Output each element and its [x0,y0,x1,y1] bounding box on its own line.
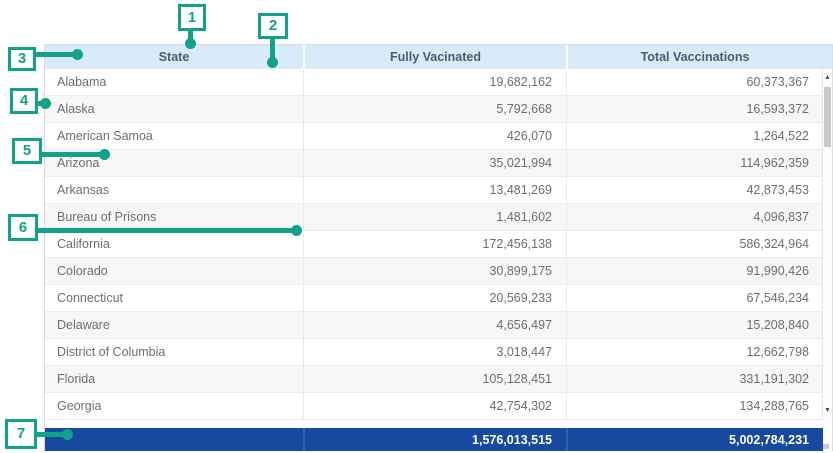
fully-vacinated-cell: 172,456,138 [303,231,566,257]
callout-3-dot [72,49,83,60]
state-cell: Bureau of Prisons [45,204,303,230]
table-row[interactable]: Bureau of Prisons1,481,6024,096,837 [45,204,823,231]
total-vaccinations-cell: 60,373,367 [566,69,823,95]
table-row[interactable]: Alaska5,792,66816,593,372 [45,96,823,123]
screenshot-root: State Fully Vacinated Total Vaccinations… [0,0,833,453]
totals-total-vaccinations: 5,002,784,231 [566,428,823,451]
table-row[interactable]: Arizona35,021,994114,962,359 [45,150,823,177]
table-row[interactable]: Alabama19,682,16260,373,367 [45,69,823,96]
fully-vacinated-cell: 35,021,994 [303,150,566,176]
fully-vacinated-cell: 13,481,269 [303,177,566,203]
callout-1-label: 1 [178,4,206,31]
vertical-scrollbar[interactable]: ▲ ▼ [822,69,832,420]
total-vaccinations-cell: 67,546,234 [566,285,823,311]
table-row[interactable]: Arkansas13,481,26942,873,453 [45,177,823,204]
table-row[interactable]: Colorado30,899,17591,990,426 [45,258,823,285]
total-vaccinations-cell: 16,593,372 [566,96,823,122]
vaccination-table: State Fully Vacinated Total Vaccinations… [44,44,833,451]
table-row[interactable]: American Samoa426,0701,264,522 [45,123,823,150]
callout-7-line [35,432,65,437]
callout-3-label: 3 [8,47,36,71]
callout-7-dot [62,429,73,440]
column-header-state[interactable]: State [45,45,303,69]
callout-2-label: 2 [258,13,288,39]
table-gap [45,420,832,428]
fully-vacinated-cell: 30,899,175 [303,258,566,284]
fully-vacinated-cell: 42,754,302 [303,393,566,419]
table-row[interactable]: Florida105,128,451331,191,302 [45,366,823,393]
totals-state-cell [45,428,303,451]
total-vaccinations-cell: 15,208,840 [566,312,823,338]
total-vaccinations-cell: 42,873,453 [566,177,823,203]
state-cell: District of Columbia [45,339,303,365]
totals-fully-vacinated: 1,576,013,515 [303,428,566,451]
total-vaccinations-cell: 91,990,426 [566,258,823,284]
column-header-fully-vacinated[interactable]: Fully Vacinated [303,45,566,69]
fully-vacinated-cell: 1,481,602 [303,204,566,230]
total-vaccinations-cell: 1,264,522 [566,123,823,149]
state-cell: Georgia [45,393,303,419]
fully-vacinated-cell: 105,128,451 [303,366,566,392]
state-cell: Arkansas [45,177,303,203]
table-row[interactable]: Connecticut20,569,23367,546,234 [45,285,823,312]
scroll-up-icon[interactable]: ▲ [823,71,832,85]
callout-7-label: 7 [5,419,37,449]
state-cell: Alaska [45,96,303,122]
total-vaccinations-cell: 331,191,302 [566,366,823,392]
fully-vacinated-cell: 4,656,497 [303,312,566,338]
total-vaccinations-cell: 114,962,359 [566,150,823,176]
callout-4-label: 4 [10,88,38,114]
state-cell: Alabama [45,69,303,95]
state-cell: Delaware [45,312,303,338]
callout-4-dot [40,98,51,109]
callout-1-dot [185,38,196,49]
state-cell: Colorado [45,258,303,284]
fully-vacinated-cell: 20,569,233 [303,285,566,311]
callout-2-dot [267,57,278,68]
callout-5-label: 5 [12,138,42,164]
scroll-down-icon[interactable]: ▼ [823,404,832,418]
callout-6-line [36,228,293,233]
fully-vacinated-cell: 19,682,162 [303,69,566,95]
table-row[interactable]: California172,456,138586,324,964 [45,231,823,258]
total-vaccinations-cell: 134,288,765 [566,393,823,419]
total-vaccinations-cell: 4,096,837 [566,204,823,230]
fully-vacinated-cell: 426,070 [303,123,566,149]
callout-6-label: 6 [8,214,38,241]
state-cell: American Samoa [45,123,303,149]
callout-5-line [40,152,102,157]
fully-vacinated-cell: 5,792,668 [303,96,566,122]
callout-5-dot [99,149,110,160]
table-row[interactable]: Georgia42,754,302134,288,765 [45,393,823,420]
table-header-row: State Fully Vacinated Total Vaccinations [45,45,832,69]
total-vaccinations-cell: 586,324,964 [566,231,823,257]
table-row[interactable]: District of Columbia3,018,44712,662,798 [45,339,823,366]
state-cell: Florida [45,366,303,392]
table-row[interactable]: Delaware4,656,49715,208,840 [45,312,823,339]
state-cell: California [45,231,303,257]
total-vaccinations-cell: 12,662,798 [566,339,823,365]
scrollbar-thumb[interactable] [824,87,831,147]
fully-vacinated-cell: 3,018,447 [303,339,566,365]
table-body: Alabama19,682,16260,373,367Alaska5,792,6… [45,69,823,420]
totals-row: 1,576,013,515 5,002,784,231 [45,428,823,451]
column-header-total-vaccinations[interactable]: Total Vaccinations [566,45,822,69]
state-cell: Connecticut [45,285,303,311]
scrollbar-corner [823,444,829,449]
callout-6-dot [291,225,302,236]
callout-3-line [34,52,76,57]
